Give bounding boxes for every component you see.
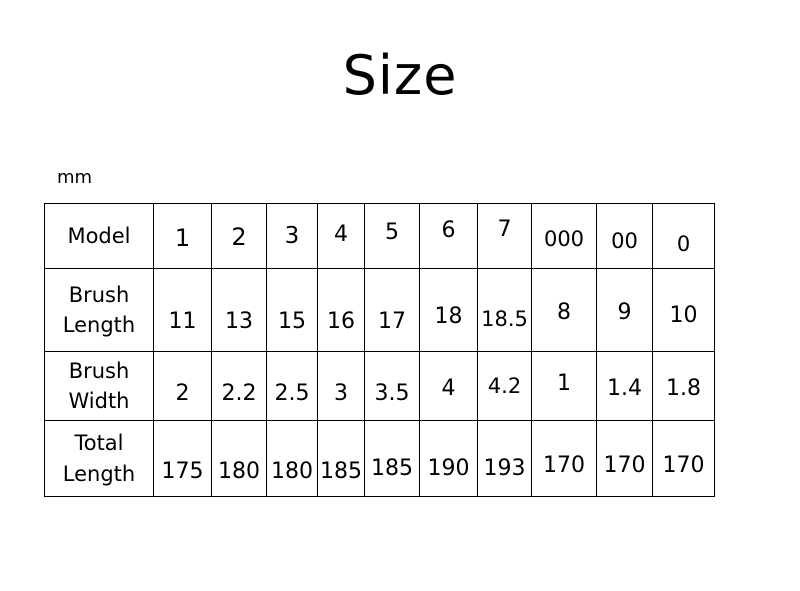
cell-value: 8 [557, 300, 571, 325]
page-title: Size [342, 44, 458, 107]
cell-value: 0 [676, 232, 691, 256]
table-cell: 9 [596, 268, 653, 352]
cell-value: 4 [441, 376, 456, 401]
cell-value: 3 [334, 381, 348, 406]
cell-value: 175 [161, 458, 204, 484]
cell-value: 2.2 [221, 381, 257, 406]
table-cell: 2 [153, 351, 212, 421]
row-header-brush-width: Brush Width [44, 351, 154, 421]
row-header-brush-length-line2: Length [62, 313, 136, 337]
table-row-brush-length: Brush Length 11 13 15 16 17 18 18.5 8 9 … [44, 268, 715, 352]
table-cell: 185 [317, 420, 365, 497]
table-cell: 8 [531, 268, 597, 352]
row-header-total-length-line1: Total [74, 431, 124, 456]
table-cell: 3.5 [364, 351, 420, 421]
table-cell: 3 [317, 351, 365, 421]
row-header-brush-width-line1: Brush [68, 358, 130, 383]
cell-value: 000 [543, 227, 585, 251]
cell-value: 1 [174, 223, 191, 252]
table-cell: 7 [477, 203, 532, 269]
table-cell: 1.4 [596, 351, 653, 421]
cell-value: 13 [225, 309, 253, 334]
unit-label: mm [57, 167, 93, 188]
table-cell: 170 [652, 420, 715, 497]
cell-value: 7 [497, 217, 512, 242]
table-cell: 1 [153, 203, 212, 269]
table-cell: 180 [266, 420, 318, 497]
cell-value: 15 [278, 309, 306, 334]
table-cell: 00 [596, 203, 653, 269]
table-cell: 1 [531, 351, 597, 421]
row-header-model: Model [44, 203, 154, 269]
table-cell: 170 [531, 420, 597, 497]
cell-value: 9 [617, 300, 632, 325]
table-cell: 2.2 [211, 351, 267, 421]
cell-value: 5 [385, 220, 399, 245]
table-cell: 0 [652, 203, 715, 269]
slide-canvas: Size mm Model 1 2 3 4 5 6 7 000 00 0 Bru… [0, 0, 800, 591]
table-cell: 2.5 [266, 351, 318, 421]
row-header-total-length-line2: Length [62, 461, 136, 486]
table-cell: 17 [364, 268, 420, 352]
table-cell: 18 [419, 268, 478, 352]
table-cell: 180 [211, 420, 267, 497]
table-cell: 3 [266, 203, 318, 269]
row-header-brush-width-line2: Width [68, 389, 130, 413]
table-cell: 175 [153, 420, 212, 497]
cell-value: 18.5 [481, 307, 528, 331]
cell-value: 1.8 [666, 376, 701, 401]
cell-value: 170 [543, 452, 585, 478]
cell-value: 1 [557, 371, 571, 396]
table-cell: 2 [211, 203, 267, 269]
table-cell: 5 [364, 203, 420, 269]
cell-value: 4 [334, 222, 348, 247]
table-row-total-length: Total Length 175 180 180 185 185 190 193… [44, 420, 715, 497]
cell-value: 2 [175, 381, 190, 406]
size-specification-table: Model 1 2 3 4 5 6 7 000 00 0 Brush Lengt… [44, 203, 715, 497]
row-header-brush-length-line1: Brush [68, 282, 130, 307]
table-cell: 16 [317, 268, 365, 352]
cell-value: 10 [669, 303, 698, 328]
cell-value: 190 [427, 455, 470, 481]
table-cell: 10 [652, 268, 715, 352]
cell-value: 170 [603, 452, 646, 478]
cell-value: 6 [441, 218, 456, 243]
table-cell: 000 [531, 203, 597, 269]
cell-value: 170 [662, 452, 705, 478]
table-cell: 4 [419, 351, 478, 421]
row-header-model-line1: Model [67, 223, 131, 248]
cell-value: 193 [483, 455, 526, 481]
row-header-brush-length: Brush Length [44, 268, 154, 352]
cell-value: 17 [378, 309, 406, 334]
table-cell: 13 [211, 268, 267, 352]
cell-value: 4.2 [487, 374, 522, 398]
cell-value: 185 [320, 458, 362, 484]
table-row-brush-width: Brush Width 2 2.2 2.5 3 3.5 4 4.2 1 1.4 … [44, 351, 715, 421]
table-cell: 193 [477, 420, 532, 497]
table-cell: 11 [153, 268, 212, 352]
table-cell: 185 [364, 420, 420, 497]
cell-value: 3 [284, 222, 300, 249]
table-cell: 170 [596, 420, 653, 497]
cell-value: 185 [371, 455, 413, 481]
row-header-total-length: Total Length [44, 420, 154, 497]
table-cell: 15 [266, 268, 318, 352]
table-cell: 18.5 [477, 268, 532, 352]
cell-value: 2.5 [274, 381, 310, 406]
cell-value: 3.5 [374, 381, 410, 406]
cell-value: 2 [231, 222, 247, 251]
cell-value: 16 [327, 309, 355, 334]
cell-value: 1.4 [607, 376, 642, 401]
table-cell: 4.2 [477, 351, 532, 421]
cell-value: 180 [218, 458, 260, 484]
cell-value: 18 [434, 304, 463, 329]
table-cell: 1.8 [652, 351, 715, 421]
table-cell: 6 [419, 203, 478, 269]
cell-value: 11 [168, 309, 197, 334]
cell-value: 180 [271, 458, 313, 484]
table-cell: 190 [419, 420, 478, 497]
cell-value: 00 [611, 229, 638, 253]
table-row-model: Model 1 2 3 4 5 6 7 000 00 0 [44, 203, 715, 269]
table-cell: 4 [317, 203, 365, 269]
